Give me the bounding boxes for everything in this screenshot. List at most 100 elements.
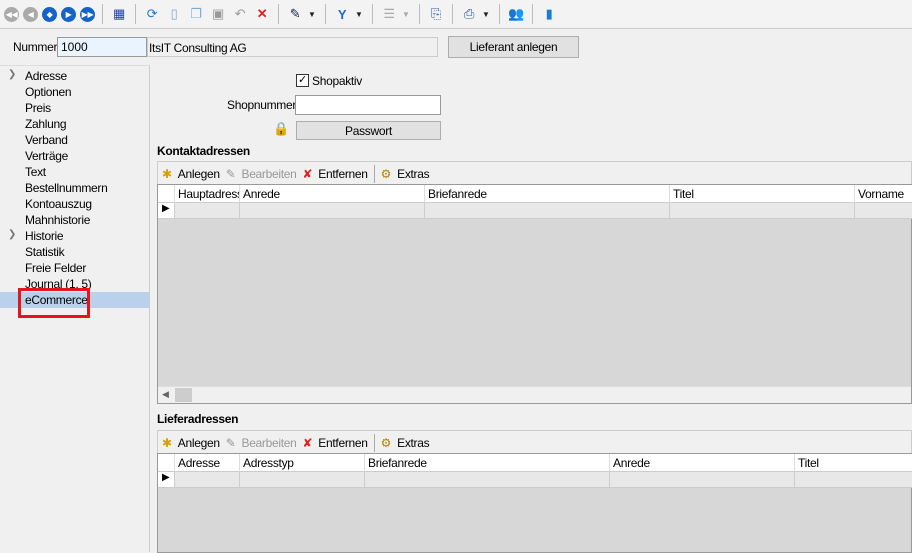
copy-icon[interactable]: ❐	[187, 5, 205, 23]
sidebar-item-statistik[interactable]: Statistik	[25, 244, 65, 260]
tree-dropdown-icon[interactable]: ▼	[402, 10, 412, 19]
sidebar-item-bestellnummern[interactable]: Bestellnummern	[25, 180, 108, 196]
column-header[interactable]: Hauptadresse	[175, 185, 240, 203]
tree-icon[interactable]: ☰	[380, 5, 398, 23]
shopaktiv-label: Shopaktiv	[312, 74, 362, 88]
create-supplier-button[interactable]: Lieferant anlegen	[448, 36, 579, 58]
separator	[325, 4, 326, 24]
column-header[interactable]: Briefanrede	[365, 454, 610, 472]
sidebar-item-kontoauszug[interactable]: Kontoauszug	[25, 196, 92, 212]
sidebar-item-historie[interactable]: Historie	[25, 228, 64, 244]
column-header[interactable]: Anrede	[240, 185, 425, 203]
liefer-edit-button[interactable]: Bearbeiten	[241, 436, 296, 450]
add-icon: ✱	[162, 166, 172, 181]
new-icon[interactable]: ▯	[165, 5, 183, 23]
sidebar-item-mahnhistorie[interactable]: Mahnhistorie	[25, 212, 90, 228]
extras-icon: ⚙	[380, 435, 392, 450]
current-row-indicator-icon: ▶	[158, 472, 175, 488]
table-cell[interactable]	[670, 203, 855, 219]
column-header[interactable]: Anrede	[610, 454, 795, 472]
sidebar-item-text[interactable]: Text	[25, 164, 46, 180]
sidebar-item-adresse[interactable]: Adresse	[25, 68, 67, 84]
liefer-grid[interactable]: Adresse Adresstyp Briefanrede Anrede Tit…	[157, 453, 912, 553]
filter-icon[interactable]: Y	[333, 5, 351, 23]
delete-icon[interactable]: ✕	[253, 5, 271, 23]
add-icon: ✱	[162, 435, 172, 450]
liefer-extras-button[interactable]: Extras	[397, 436, 430, 450]
previous-icon[interactable]: ◀	[23, 6, 38, 22]
table-icon[interactable]: ▦	[110, 5, 128, 23]
next-icon[interactable]: ▶	[61, 6, 76, 22]
shopaktiv-checkbox[interactable]: ✓	[296, 74, 309, 87]
nummer-label: Nummer	[13, 40, 58, 54]
refresh-icon[interactable]: ⟳	[143, 5, 161, 23]
liefer-add-button[interactable]: Anlegen	[178, 436, 220, 450]
chevron-right-icon[interactable]: ❯	[8, 229, 16, 240]
liefer-remove-button[interactable]: Entfernen	[318, 436, 368, 450]
table-cell[interactable]	[175, 472, 240, 488]
kontakt-extras-button[interactable]: Extras	[397, 167, 430, 181]
kontakt-add-button[interactable]: Anlegen	[178, 167, 220, 181]
last-icon[interactable]: ▶▶	[80, 6, 95, 22]
save-icon[interactable]: ▣	[209, 5, 227, 23]
table-cell[interactable]	[365, 472, 610, 488]
jump-icon[interactable]: ◆	[42, 6, 57, 22]
table-cell[interactable]	[240, 472, 365, 488]
table-cell[interactable]	[425, 203, 670, 219]
column-header[interactable]: Titel	[795, 454, 912, 472]
column-header[interactable]: Briefanrede	[425, 185, 670, 203]
users-icon[interactable]: 👥	[507, 5, 525, 23]
separator	[373, 433, 375, 452]
horizontal-scrollbar[interactable]: ◀	[158, 386, 911, 403]
table-cell[interactable]	[795, 472, 912, 488]
separator	[532, 4, 533, 24]
document-pointer-icon[interactable]: ⎘	[427, 5, 445, 23]
column-header[interactable]: Vorname	[855, 185, 912, 203]
kontakt-grid[interactable]: Hauptadresse Anrede Briefanrede Titel Vo…	[157, 184, 912, 404]
table-cell[interactable]	[175, 203, 240, 219]
sidebar-item-verband[interactable]: Verband	[25, 132, 68, 148]
sidebar-item-preis[interactable]: Preis	[25, 100, 51, 116]
pin-dropdown-icon[interactable]: ▼	[308, 10, 318, 19]
separator	[135, 4, 136, 24]
sidebar-item-optionen[interactable]: Optionen	[25, 84, 72, 100]
scroll-left-icon[interactable]: ◀	[162, 389, 169, 400]
chevron-right-icon[interactable]: ❯	[8, 69, 16, 80]
column-header[interactable]: Adresstyp	[240, 454, 365, 472]
separator	[373, 164, 375, 183]
separator	[372, 4, 373, 24]
table-cell[interactable]	[855, 203, 912, 219]
sidebar-item-vertraege[interactable]: Verträge	[25, 148, 68, 164]
kontakt-remove-button[interactable]: Entfernen	[318, 167, 368, 181]
highlight-box	[18, 288, 90, 318]
table-cell[interactable]	[610, 472, 795, 488]
column-header[interactable]: Titel	[670, 185, 855, 203]
nummer-input[interactable]	[57, 37, 147, 57]
filter-dropdown-icon[interactable]: ▼	[355, 10, 365, 19]
liefer-toolbar: ✱ Anlegen ✎ Bearbeiten ✘ Entfernen ⚙ Extras	[157, 430, 912, 454]
separator	[102, 4, 103, 24]
liefer-section-title: Lieferadressen	[157, 412, 239, 426]
supplier-name-field: ItsIT Consulting AG	[147, 37, 438, 57]
table-cell[interactable]	[240, 203, 425, 219]
sidebar-item-freie-felder[interactable]: Freie Felder	[25, 260, 86, 276]
password-button[interactable]: Passwort	[296, 121, 441, 140]
row-header-corner	[158, 454, 175, 472]
sidebar-item-zahlung[interactable]: Zahlung	[25, 116, 67, 132]
pin-icon[interactable]: ✎	[286, 5, 304, 23]
print-icon[interactable]: ⎙	[460, 5, 478, 23]
separator	[419, 4, 420, 24]
sidebar-nav: ❯ ❯ Adresse Optionen Preis Zahlung Verba…	[0, 65, 150, 552]
print-dropdown-icon[interactable]: ▼	[482, 10, 492, 19]
column-header[interactable]: Adresse	[175, 454, 240, 472]
scrollbar-thumb[interactable]	[175, 388, 192, 402]
separator	[278, 4, 279, 24]
remove-icon: ✘	[302, 166, 313, 181]
undo-icon[interactable]: ↶	[231, 5, 249, 23]
kontakt-edit-button[interactable]: Bearbeiten	[241, 167, 296, 181]
shopnummer-input[interactable]	[295, 95, 441, 115]
kontakt-section-title: Kontaktadressen	[157, 144, 250, 158]
remove-icon: ✘	[302, 435, 313, 450]
exit-door-icon[interactable]: ▮	[540, 5, 558, 23]
first-icon[interactable]: ◀◀	[4, 6, 19, 22]
